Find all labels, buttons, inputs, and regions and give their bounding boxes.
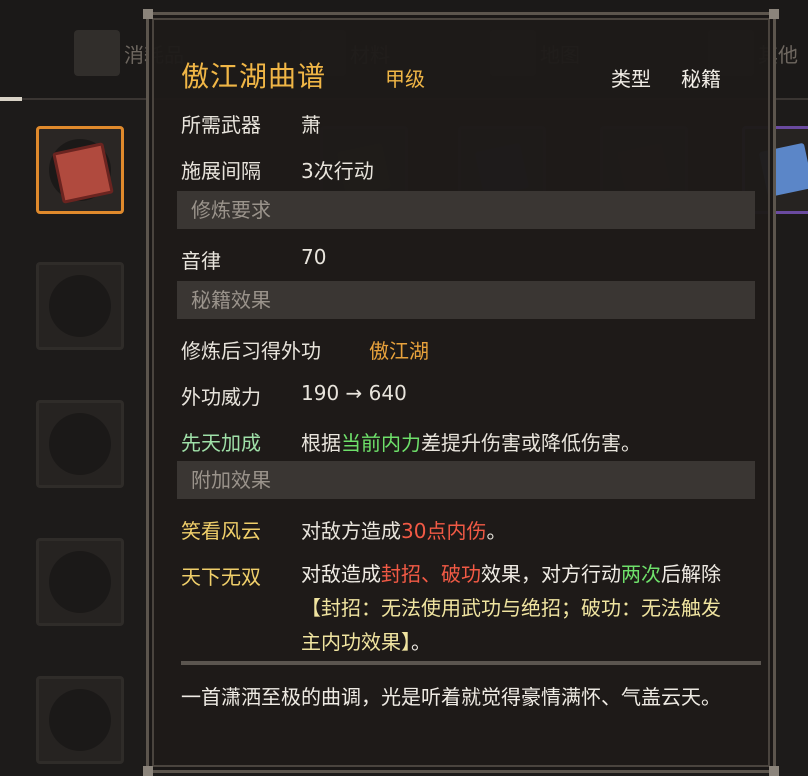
potion-icon — [74, 30, 120, 76]
power-label: 外功威力 — [181, 385, 261, 409]
laugh-value: 对敌方造成30点内伤。 — [301, 515, 506, 544]
panel-corner — [769, 766, 779, 776]
peerless-text: 对敌造成封招、破功效果，对方行动两次后解除【封招：无法使用武功与绝招；破功：无法… — [301, 557, 731, 659]
slot-backdrop — [49, 689, 111, 751]
weapon-value: 萧 — [301, 113, 321, 137]
inventory-slot[interactable] — [36, 676, 124, 764]
innate-label: 先天加成 — [181, 431, 261, 455]
inventory-slot-selected[interactable] — [36, 126, 124, 214]
peerless-part: 效果，对方行动 — [481, 562, 621, 586]
item-description: 一首潇洒至极的曲调，光是听着就觉得豪情满怀、气盖云天。 — [181, 685, 721, 709]
slot-backdrop — [49, 275, 111, 337]
peerless-part: 后解除 — [661, 562, 721, 586]
item-title: 傲江湖曲谱 — [181, 60, 327, 93]
panel-corner — [143, 9, 153, 19]
extra-section: 附加效果 — [177, 461, 755, 499]
peerless-part: 对敌造成 — [301, 562, 381, 586]
red-book-icon — [52, 142, 114, 204]
laugh-highlight: 30点内伤 — [401, 519, 487, 543]
item-grade: 甲级 — [385, 67, 425, 91]
item-tooltip: 傲江湖曲谱 甲级 类型 秘籍 所需武器 萧 施展间隔 3次行动 修炼要求 音律 … — [143, 9, 779, 776]
interval-label: 施展间隔 — [181, 159, 261, 183]
innate-highlight: 当前内力 — [341, 431, 421, 455]
active-tab-indicator — [0, 97, 22, 101]
interval-value: 3次行动 — [301, 159, 374, 183]
slot-backdrop — [49, 413, 111, 475]
learn-label: 修炼后习得外功 — [181, 339, 321, 363]
tooltip-divider — [181, 661, 761, 665]
inventory-slot[interactable] — [36, 262, 124, 350]
peerless-bracket: 【封招：无法使用武功与绝招；破功：无法触发主内功效果】 — [301, 596, 721, 654]
requirement-section: 修炼要求 — [177, 191, 755, 229]
requirement-label: 音律 — [181, 249, 221, 273]
weapon-label: 所需武器 — [181, 113, 261, 137]
panel-corner — [769, 9, 779, 19]
power-value: 190 → 640 — [301, 381, 407, 405]
effect-section: 秘籍效果 — [177, 281, 755, 319]
peerless-count: 两次 — [621, 562, 661, 586]
laugh-text: 。 — [486, 519, 507, 543]
peerless-label: 天下无双 — [181, 565, 261, 589]
peerless-part: 。 — [411, 630, 431, 654]
peerless-part: 、 — [421, 562, 441, 586]
learn-value: 傲江湖 — [369, 339, 429, 363]
type-label: 类型 — [611, 67, 651, 91]
inventory-slot[interactable] — [36, 400, 124, 488]
peerless-break: 破功 — [441, 562, 481, 586]
inventory-slot[interactable] — [36, 538, 124, 626]
type-value: 秘籍 — [681, 67, 721, 91]
laugh-label: 笑看风云 — [181, 519, 261, 543]
requirement-value: 70 — [301, 245, 327, 269]
slot-backdrop — [49, 551, 111, 613]
innate-text: 差提升伤害或降低伤害。 — [421, 431, 641, 455]
innate-value: 根据当前内力差提升伤害或降低伤害。 — [301, 427, 641, 456]
panel-corner — [143, 766, 153, 776]
laugh-text: 对敌方造成 — [301, 519, 401, 543]
innate-text: 根据 — [301, 431, 341, 455]
peerless-seal: 封招 — [381, 562, 421, 586]
